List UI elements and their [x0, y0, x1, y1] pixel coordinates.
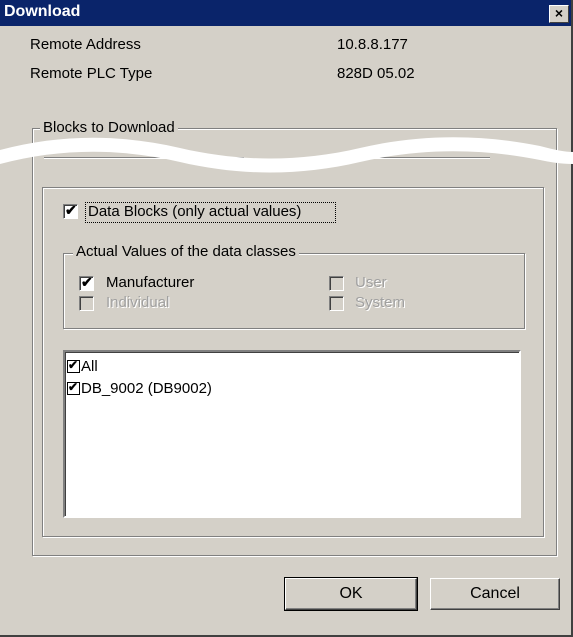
- remote-address-label: Remote Address: [30, 36, 141, 53]
- title-bar[interactable]: Download ×: [0, 0, 571, 26]
- manufacturer-checkbox[interactable]: ✔: [79, 274, 94, 291]
- remote-plc-type-label: Remote PLC Type: [30, 65, 153, 82]
- remote-address-value: 10.8.8.177: [337, 36, 408, 53]
- data-classes-group: [63, 253, 525, 329]
- data-blocks-label[interactable]: Data Blocks (only actual values): [88, 203, 301, 220]
- individual-checkbox[interactable]: [79, 296, 94, 311]
- user-checkbox[interactable]: [329, 276, 344, 291]
- data-blocks-checkbox[interactable]: ✔: [63, 202, 78, 219]
- ok-button[interactable]: OK: [284, 577, 418, 611]
- list-item-checkbox[interactable]: ✔: [67, 357, 80, 373]
- close-icon: ×: [554, 5, 564, 21]
- data-block-list[interactable]: ✔ All ✔ DB_9002 (DB9002): [63, 350, 521, 518]
- list-item-all[interactable]: ✔ All: [67, 358, 98, 375]
- list-item-db9002[interactable]: ✔ DB_9002 (DB9002): [67, 380, 212, 397]
- cancel-button[interactable]: Cancel: [430, 578, 560, 610]
- check-icon: ✔: [81, 274, 93, 290]
- remote-plc-type-value: 828D 05.02: [337, 65, 415, 82]
- check-icon: ✔: [65, 202, 77, 218]
- system-checkbox[interactable]: [329, 296, 344, 311]
- omitted-section-break: [0, 137, 573, 173]
- system-label[interactable]: System: [355, 294, 405, 311]
- check-icon: ✔: [68, 357, 79, 372]
- data-classes-legend: Actual Values of the data classes: [73, 243, 299, 260]
- list-item-checkbox[interactable]: ✔: [67, 379, 80, 395]
- user-label[interactable]: User: [355, 274, 387, 291]
- close-button[interactable]: ×: [549, 5, 569, 23]
- manufacturer-label[interactable]: Manufacturer: [106, 274, 194, 291]
- list-item-label: DB_9002 (DB9002): [81, 380, 212, 397]
- individual-label[interactable]: Individual: [106, 294, 169, 311]
- download-dialog: Download × Remote Address 10.8.8.177 Rem…: [0, 0, 573, 637]
- window-title: Download: [4, 3, 81, 20]
- list-item-label: All: [81, 358, 98, 375]
- check-icon: ✔: [68, 379, 79, 394]
